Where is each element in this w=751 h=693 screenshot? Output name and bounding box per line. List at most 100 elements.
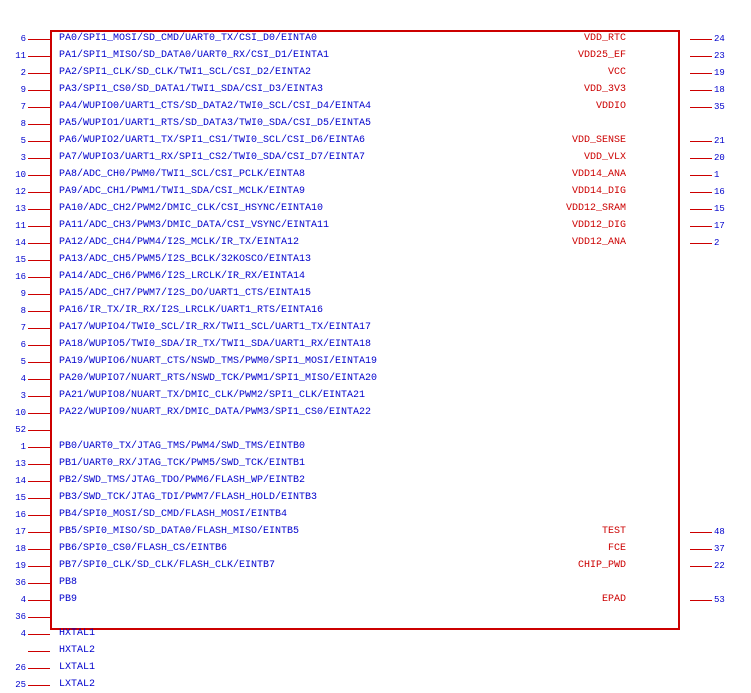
right-pin-row: 48: [630, 523, 730, 540]
pin-line: [28, 158, 50, 159]
right-pin-row: [630, 268, 730, 285]
right-signal-row: VDD25_EF: [510, 47, 630, 64]
pin-line: [28, 175, 50, 176]
left-pin-row: 7: [10, 98, 55, 115]
right-pin-row: 21: [630, 132, 730, 149]
left-pin-row: [10, 642, 55, 659]
right-signal-row: [510, 370, 630, 387]
left-pin-row: 5: [10, 132, 55, 149]
left-pin-row: 7: [10, 319, 55, 336]
right-pin-number: 19: [714, 68, 730, 78]
right-pin-row: [630, 387, 730, 404]
right-signal-row: [510, 353, 630, 370]
right-signal-row: VDD_3V3: [510, 81, 630, 98]
right-pin-row: [630, 404, 730, 421]
right-signal-row: VDDIO: [510, 98, 630, 115]
signal-label: PA18/WUPIO5/TWI0_SDA/IR_TX/TWI1_SDA/UART…: [59, 339, 371, 350]
left-pin-row: 9: [10, 285, 55, 302]
pin-line: [28, 277, 50, 278]
signal-label: PB3/SWD_TCK/JTAG_TDI/PWM7/FLASH_HOLD/EIN…: [59, 492, 317, 503]
right-signal-row: [510, 506, 630, 523]
right-pin-row: [630, 455, 730, 472]
right-pin-row: 23: [630, 47, 730, 64]
pin-line: [28, 107, 50, 108]
right-pin-number: 23: [714, 51, 730, 61]
right-pin-row: [630, 506, 730, 523]
pin-number: 4: [10, 629, 26, 639]
pin-number: 26: [10, 663, 26, 673]
signal-row: [55, 608, 615, 625]
left-pin-row: 3: [10, 387, 55, 404]
left-pin-row: 16: [10, 268, 55, 285]
right-pin-line: [690, 243, 712, 244]
right-signal-label: EPAD: [602, 594, 626, 605]
right-pin-row: 15: [630, 200, 730, 217]
left-pin-row: 36: [10, 574, 55, 591]
pin-line: [28, 532, 50, 533]
pin-number: 25: [10, 680, 26, 690]
right-signal-row: FCE: [510, 540, 630, 557]
right-pin-line: [690, 73, 712, 74]
right-signal-row: [510, 472, 630, 489]
right-signal-row: VDD12_DIG: [510, 217, 630, 234]
right-pin-line: [690, 192, 712, 193]
pin-line: [28, 362, 50, 363]
signal-label: PA21/WUPIO8/NUART_TX/DMIC_CLK/PWM2/SPI1_…: [59, 390, 365, 401]
right-pin-row: [630, 319, 730, 336]
right-pin-number: 17: [714, 221, 730, 231]
pin-number: 6: [10, 34, 26, 44]
right-pin-line: [690, 566, 712, 567]
pin-number: 15: [10, 255, 26, 265]
right-signal-label: VDD12_DIG: [572, 220, 626, 231]
pin-number: 7: [10, 323, 26, 333]
signal-row: HXTAL2: [55, 642, 615, 659]
signal-label: PA5/WUPIO1/UART1_RTS/SD_DATA3/TWI0_SDA/C…: [59, 118, 371, 129]
pin-number: 10: [10, 170, 26, 180]
pin-line: [28, 209, 50, 210]
signal-label: PA13/ADC_CH5/PWM5/I2S_BCLK/32KOSCO/EINTA…: [59, 254, 311, 265]
right-signal-row: [510, 302, 630, 319]
left-pin-row: 9: [10, 81, 55, 98]
right-signal-row: VDD12_ANA: [510, 234, 630, 251]
right-signal-row: VDD_SENSE: [510, 132, 630, 149]
right-signal-label: VDD_RTC: [584, 33, 626, 44]
left-pin-row: 14: [10, 472, 55, 489]
left-pin-row: 18: [10, 540, 55, 557]
pin-number: 16: [10, 272, 26, 282]
right-signal-row: [510, 336, 630, 353]
right-signal-row: TEST: [510, 523, 630, 540]
left-pin-row: 17: [10, 523, 55, 540]
right-signal-label: VDD12_SRAM: [566, 203, 626, 214]
pin-line: [28, 617, 50, 618]
pin-line: [28, 141, 50, 142]
right-pin-number: 22: [714, 561, 730, 571]
left-pin-row: 52: [10, 421, 55, 438]
pin-number: 36: [10, 578, 26, 588]
pin-line: [28, 651, 50, 652]
right-pin-row: [630, 574, 730, 591]
pin-number: 6: [10, 340, 26, 350]
signal-row: LXTAL2: [55, 676, 615, 693]
pin-line: [28, 260, 50, 261]
pin-line: [28, 583, 50, 584]
pin-line: [28, 90, 50, 91]
signal-label: PA9/ADC_CH1/PWM1/TWI1_SDA/CSI_MCLK/EINTA…: [59, 186, 305, 197]
right-pin-number: 20: [714, 153, 730, 163]
right-signal-label: VCC: [608, 67, 626, 78]
pin-number: 2: [10, 68, 26, 78]
right-pin-line: [690, 549, 712, 550]
right-pin-line: [690, 158, 712, 159]
signal-label: PB6/SPI0_CS0/FLASH_CS/EINTB6: [59, 543, 227, 554]
signal-label: PB4/SPI0_MOSI/SD_CMD/FLASH_MOSI/EINTB4: [59, 509, 287, 520]
pin-number: 36: [10, 612, 26, 622]
right-pin-row: 37: [630, 540, 730, 557]
left-pin-row: 10: [10, 166, 55, 183]
signal-label: PA11/ADC_CH3/PWM3/DMIC_DATA/CSI_VSYNC/EI…: [59, 220, 329, 231]
right-pin-row: [630, 353, 730, 370]
right-pin-line: [690, 90, 712, 91]
signal-row: LXTAL1: [55, 659, 615, 676]
left-pin-row: 12: [10, 183, 55, 200]
right-pin-row: 35: [630, 98, 730, 115]
right-pin-row: [630, 421, 730, 438]
right-signal-row: [510, 319, 630, 336]
